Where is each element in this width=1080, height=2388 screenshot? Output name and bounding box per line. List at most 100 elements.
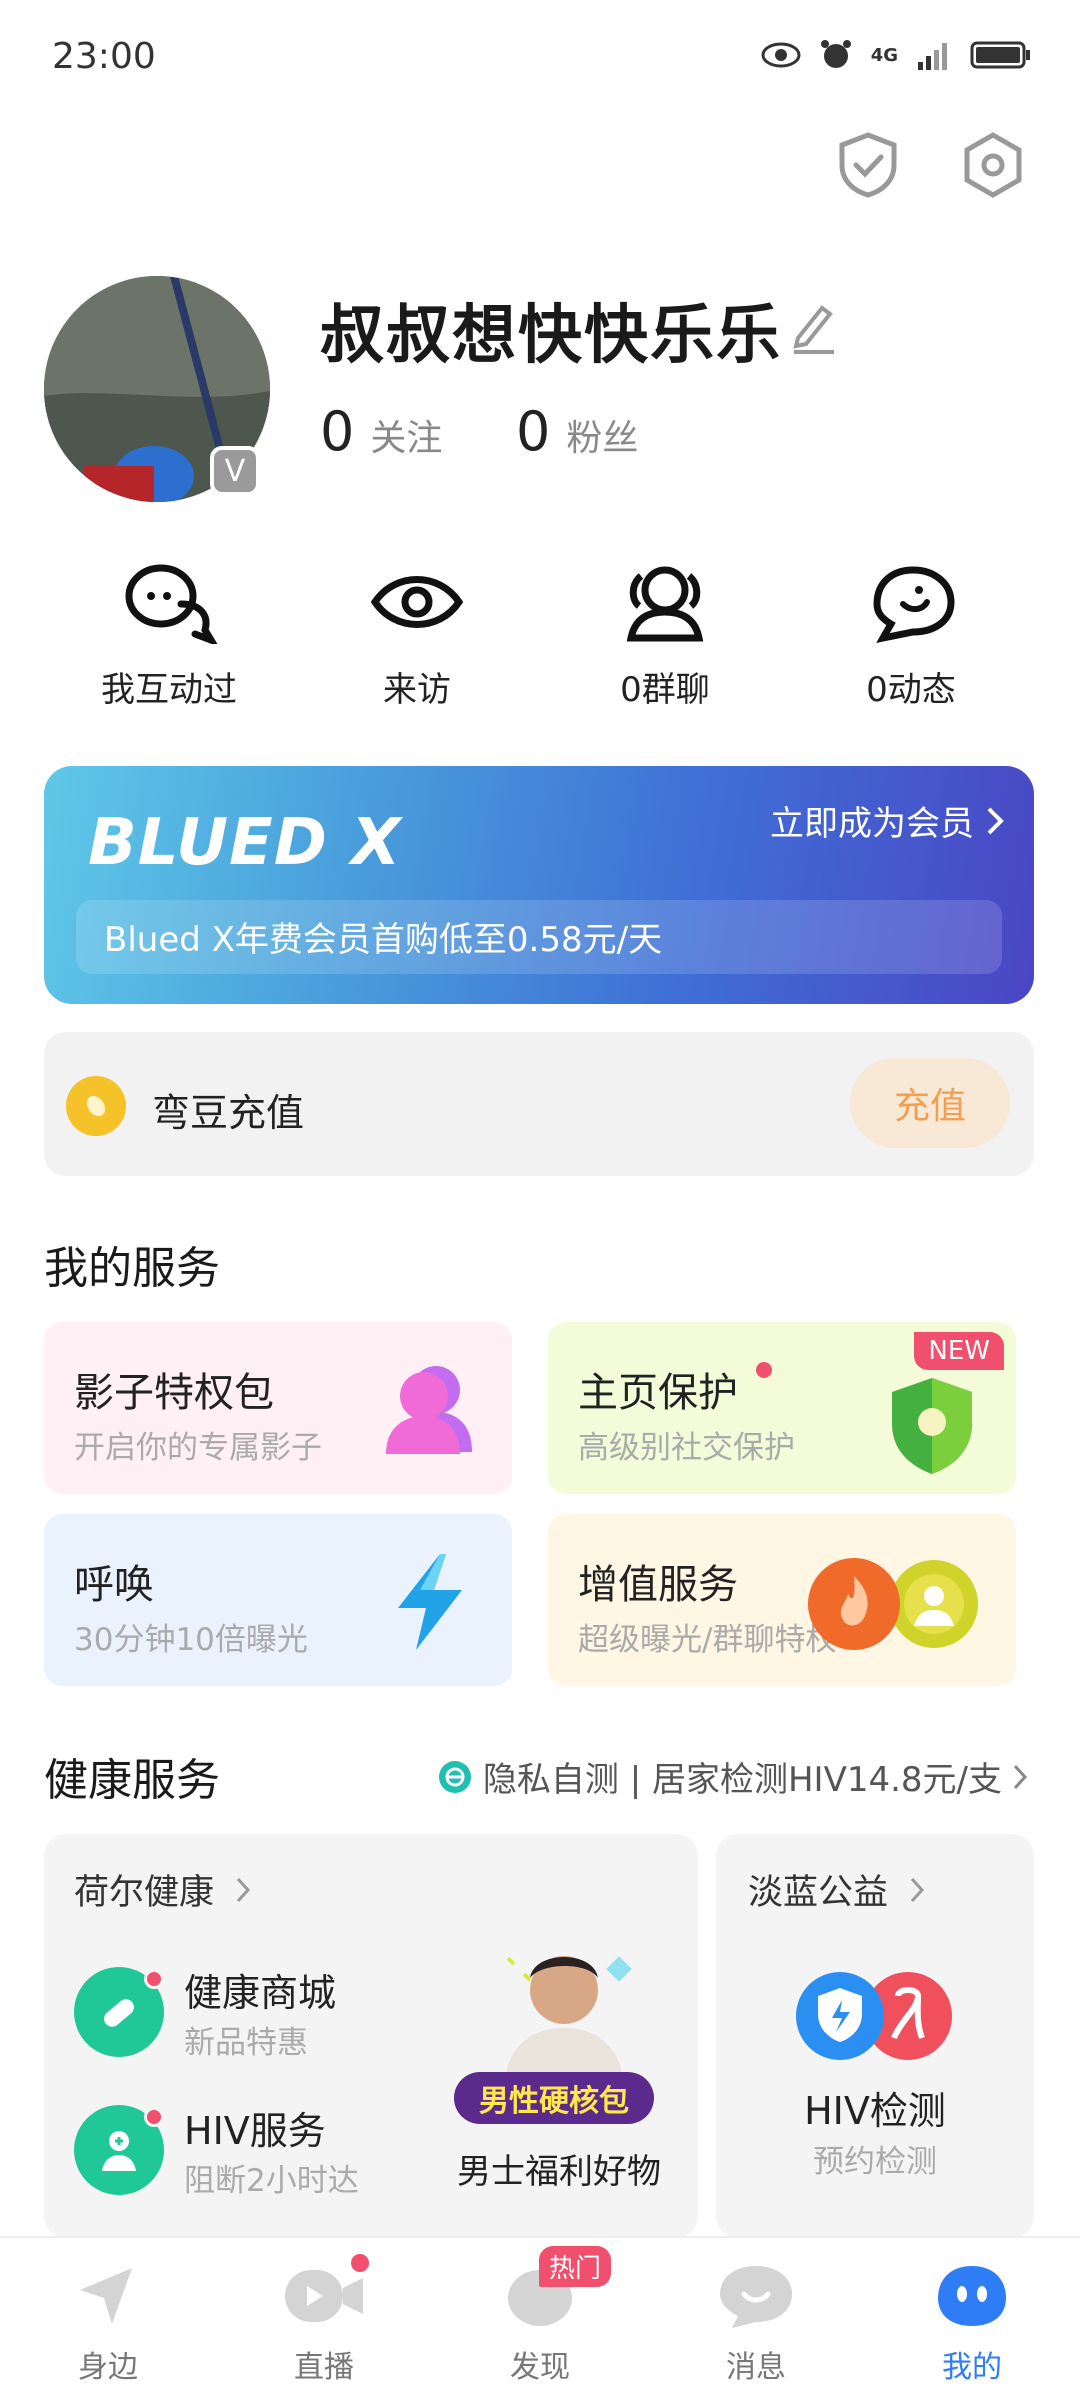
shield-check-button[interactable]	[833, 130, 903, 200]
signal-icon	[918, 43, 947, 70]
followers-stat[interactable]: 0 粉丝	[516, 400, 638, 463]
health-services-subtitle: 隐私自测 | 居家检测HIV14.8元/支	[482, 1760, 1002, 1800]
chat-bubbles-icon	[125, 564, 220, 647]
service-title: 呼唤	[74, 1562, 154, 1608]
tab-nearby[interactable]: 身边	[0, 2238, 216, 2388]
hot-badge: 热门	[539, 2246, 612, 2287]
new-dot	[351, 2254, 369, 2272]
eye-status-icon	[761, 42, 801, 68]
followers-count: 0	[516, 400, 551, 463]
quick-action-groups[interactable]: 0群聊	[550, 560, 780, 711]
shadow-person-icon	[386, 1366, 472, 1454]
shield-check-icon	[839, 132, 897, 198]
tab-label: 消息	[726, 2350, 786, 2385]
moments-icon	[873, 566, 955, 643]
message-bubble-icon	[720, 2266, 792, 2328]
promo-model-image	[504, 1956, 632, 2084]
health-card-hormone: 荷尔健康 健康商城 新品特惠 HIV服务 阻断2小时达 男性硬核包 男士福利好物	[44, 1834, 698, 2238]
health-mall-title: 健康商城	[184, 1971, 337, 2015]
tab-label: 发现	[510, 2350, 570, 2385]
service-subtitle: 30分钟10倍曝光	[74, 1622, 308, 1658]
value-added-icons	[808, 1558, 978, 1650]
service-value-added[interactable]: 增值服务 超级曝光/群聊特权	[548, 1514, 1016, 1686]
service-shadow-pack[interactable]: 影子特权包 开启你的专属影子	[44, 1322, 512, 1494]
status-bar: 23:00 4G	[0, 0, 1080, 110]
quick-action-label: 0群聊	[620, 670, 710, 710]
service-homepage-protection[interactable]: 主页保护 高级别社交保护 NEW	[548, 1322, 1016, 1494]
following-count: 0	[320, 400, 355, 463]
hiv-service-subtitle: 阻断2小时达	[184, 2163, 359, 2199]
male-promo[interactable]: 男性硬核包 男士福利好物	[454, 1934, 674, 2224]
health-card-public-welfare[interactable]: 淡蓝公益 HIV检测 预约检测	[716, 1834, 1034, 2238]
hormone-health-label: 荷尔健康	[74, 1873, 215, 1913]
service-title: 影子特权包	[74, 1370, 274, 1416]
quick-action-interacted[interactable]: 我互动过	[54, 560, 284, 711]
hiv-test-icon	[796, 1972, 952, 2060]
new-badge: NEW	[914, 1332, 1004, 1370]
health-mall-subtitle: 新品特惠	[184, 2025, 308, 2061]
nickname: 叔叔想快快乐乐	[320, 299, 782, 373]
service-title: 增值服务	[578, 1562, 738, 1608]
group-icon	[626, 566, 704, 642]
vip-description: Blued X年费会员首购低至0.58元/天	[104, 920, 663, 960]
settings-button[interactable]	[958, 130, 1028, 200]
tab-live[interactable]: 直播	[216, 2238, 432, 2388]
me-face-icon	[938, 2266, 1006, 2326]
hiv-service-item[interactable]: HIV服务 阻断2小时达	[74, 2100, 359, 2200]
followers-label: 粉丝	[566, 418, 639, 459]
alarm-icon	[820, 40, 851, 68]
eye-icon	[370, 576, 464, 628]
network-label: 4G	[870, 44, 898, 66]
quick-action-label: 来访	[383, 670, 451, 710]
hiv-service-title: HIV服务	[184, 2109, 326, 2153]
recharge-row[interactable]: 弯豆充值 充值	[44, 1032, 1034, 1176]
battery-icon	[970, 41, 1030, 69]
health-services-title: 健康服务	[44, 1755, 220, 1806]
service-title: 主页保护	[578, 1370, 738, 1416]
new-dot	[756, 1362, 772, 1378]
quick-action-moments[interactable]: 0动态	[796, 560, 1026, 711]
recharge-button[interactable]: 充值	[850, 1058, 1010, 1148]
edit-profile-button[interactable]	[790, 300, 836, 358]
service-subtitle: 开启你的专属影子	[74, 1430, 322, 1466]
following-label: 关注	[370, 418, 443, 459]
health-services-link[interactable]: 隐私自测 | 居家检测HIV14.8元/支	[437, 1752, 1028, 1801]
following-stat[interactable]: 0 关注	[320, 400, 442, 463]
coin-icon	[66, 1076, 126, 1136]
vip-cta-link[interactable]: 立即成为会员	[770, 796, 1004, 845]
service-subtitle: 高级别社交保护	[578, 1430, 795, 1466]
vip-banner[interactable]: BLUED X 立即成为会员 Blued X年费会员首购低至0.58元/天	[44, 766, 1034, 1004]
service-subtitle: 超级曝光/群聊特权	[578, 1622, 837, 1658]
promo-tag: 男性硬核包	[454, 2072, 654, 2124]
bottom-tab-bar: 身边 直播 热门 发现 消息 我的	[0, 2236, 1080, 2388]
medical-person-icon	[74, 2105, 164, 2195]
tab-label: 身边	[78, 2350, 138, 2385]
nearby-arrow-icon	[80, 2268, 132, 2324]
tab-discover[interactable]: 热门 发现	[432, 2238, 648, 2388]
hormone-health-header[interactable]: 荷尔健康	[74, 1864, 251, 1915]
pill-icon	[74, 1967, 164, 2057]
tab-label: 我的	[942, 2350, 1002, 2385]
tab-messages[interactable]: 消息	[648, 2238, 864, 2388]
quick-action-label: 0动态	[866, 670, 956, 710]
quick-action-label: 我互动过	[101, 670, 237, 710]
status-time: 23:00	[52, 36, 156, 77]
health-mall-item[interactable]: 健康商城 新品特惠	[74, 1962, 336, 2062]
green-shield-icon	[892, 1378, 972, 1474]
chevron-right-icon	[910, 1877, 925, 1902]
quick-action-visitors[interactable]: 来访	[302, 560, 532, 711]
chevron-right-icon	[987, 807, 1004, 834]
new-dot	[144, 2107, 164, 2127]
new-dot	[144, 1969, 164, 1989]
vip-cta-label: 立即成为会员	[770, 804, 974, 844]
tab-label: 直播	[294, 2350, 354, 2385]
edit-pencil-icon	[793, 305, 834, 354]
settings-hexagon-icon	[964, 132, 1022, 198]
public-welfare-header[interactable]: 淡蓝公益	[748, 1864, 925, 1915]
tab-me[interactable]: 我的	[864, 2238, 1080, 2388]
verified-badge: V	[210, 446, 260, 496]
vip-logo: BLUED X	[88, 806, 402, 880]
my-services-title: 我的服务	[44, 1243, 220, 1294]
public-welfare-label: 淡蓝公益	[748, 1873, 889, 1913]
service-summon[interactable]: 呼唤 30分钟10倍曝光	[44, 1514, 512, 1686]
